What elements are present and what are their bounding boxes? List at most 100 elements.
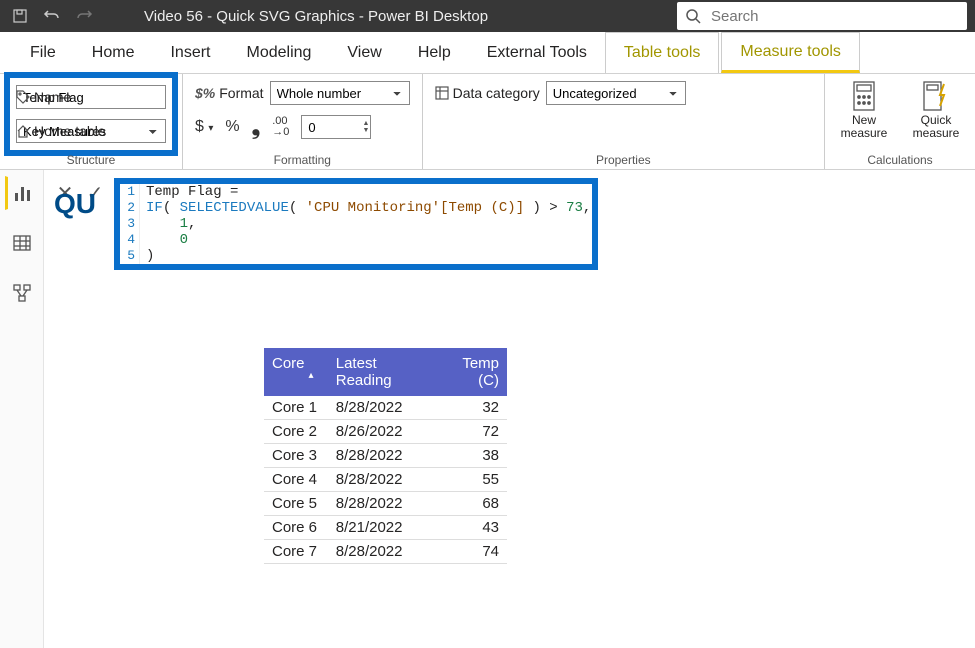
- table-cell: 74: [435, 540, 507, 563]
- formula-cancel-button[interactable]: ✕: [52, 180, 78, 206]
- formula-editor[interactable]: 1Temp Flag =2IF( SELECTEDVALUE( 'CPU Mon…: [114, 178, 598, 270]
- table-row[interactable]: Core 58/28/202268: [264, 492, 507, 516]
- table-row[interactable]: Core 38/28/202238: [264, 444, 507, 468]
- table-cell: Core 2: [264, 420, 328, 443]
- table-row[interactable]: Core 28/26/202272: [264, 420, 507, 444]
- home-table-label: Home table: [16, 123, 106, 139]
- table-cell: 8/26/2022: [328, 420, 436, 443]
- undo-icon[interactable]: [40, 4, 64, 28]
- menu-help[interactable]: Help: [400, 32, 469, 73]
- decimal-down-icon[interactable]: ▼: [362, 127, 369, 134]
- code-text: ): [140, 248, 154, 264]
- ribbon-group-formatting: $% Format Whole number $ ▾ % ❟ .00→0 ▲ ▼: [183, 74, 423, 169]
- table-cell: 8/21/2022: [328, 516, 436, 539]
- group-label-calculations: Calculations: [837, 151, 963, 167]
- home-icon: [16, 124, 30, 138]
- table-icon: [12, 233, 32, 253]
- table-cell: 8/28/2022: [328, 492, 436, 515]
- menu-external-tools[interactable]: External Tools: [469, 32, 605, 73]
- precision-button[interactable]: .00→0: [272, 116, 289, 138]
- ribbon-group-structure: Name Home table Key Measures: [0, 74, 183, 169]
- table-cell: 8/28/2022: [328, 444, 436, 467]
- save-icon[interactable]: [8, 4, 32, 28]
- decimal-up-icon[interactable]: ▲: [362, 120, 369, 127]
- table-cell: Core 6: [264, 516, 328, 539]
- format-label: $% Format: [195, 85, 264, 101]
- group-label-formatting: Formatting: [195, 151, 410, 167]
- view-rail: [0, 170, 44, 648]
- line-number: 1: [120, 184, 140, 200]
- table-row[interactable]: Core 68/21/202243: [264, 516, 507, 540]
- table-cell: 68: [435, 492, 507, 515]
- search-box[interactable]: [677, 2, 967, 30]
- table-cell: Core 4: [264, 468, 328, 491]
- thousands-button[interactable]: ❟: [252, 114, 261, 140]
- table-visual[interactable]: Core Latest Reading Temp (C) Core 18/28/…: [264, 348, 507, 564]
- table-cell: Core 1: [264, 396, 328, 419]
- code-text: Temp Flag =: [140, 184, 238, 200]
- col-header-temp[interactable]: Temp (C): [435, 352, 507, 392]
- redo-icon[interactable]: [72, 4, 96, 28]
- table-cell: Core 5: [264, 492, 328, 515]
- ribbon-group-calculations: New measure Quick measure Calculations: [825, 74, 975, 169]
- line-number: 2: [120, 200, 140, 216]
- decimal-places-input[interactable]: [301, 115, 371, 139]
- formula-commit-button[interactable]: ✓: [82, 180, 108, 206]
- code-text: 0: [140, 232, 188, 248]
- currency-button[interactable]: $ ▾: [195, 118, 213, 136]
- col-header-reading[interactable]: Latest Reading: [328, 352, 436, 392]
- group-label-properties: Properties: [435, 151, 812, 167]
- format-select[interactable]: Whole number: [270, 81, 410, 105]
- formula-line[interactable]: 3 1,: [120, 216, 592, 232]
- table-cell: 32: [435, 396, 507, 419]
- table-cell: 8/28/2022: [328, 468, 436, 491]
- table-header-row: Core Latest Reading Temp (C): [264, 348, 507, 396]
- table-cell: 8/28/2022: [328, 540, 436, 563]
- data-category-label: Data category: [435, 85, 540, 101]
- menu-view[interactable]: View: [329, 32, 399, 73]
- table-cell: Core 3: [264, 444, 328, 467]
- formula-bar: ✕ ✓ 1Temp Flag =2IF( SELECTEDVALUE( 'CPU…: [52, 178, 967, 270]
- titlebar: Video 56 - Quick SVG Graphics - Power BI…: [0, 0, 975, 32]
- ribbon-group-properties: Data category Uncategorized Properties: [423, 74, 825, 169]
- menu-file[interactable]: File: [12, 32, 74, 73]
- quick-measure-button[interactable]: Quick measure: [909, 80, 963, 140]
- col-header-core[interactable]: Core: [264, 352, 328, 392]
- table-row[interactable]: Core 48/28/202255: [264, 468, 507, 492]
- new-measure-button[interactable]: New measure: [837, 80, 891, 140]
- line-number: 5: [120, 248, 140, 264]
- menu-home[interactable]: Home: [74, 32, 153, 73]
- calculator-lightning-icon: [922, 80, 950, 112]
- data-category-select[interactable]: Uncategorized: [546, 81, 686, 105]
- name-label: Name: [16, 89, 71, 105]
- code-text: 1,: [140, 216, 196, 232]
- table-cell: 8/28/2022: [328, 396, 436, 419]
- menu-insert[interactable]: Insert: [152, 32, 228, 73]
- table-row[interactable]: Core 78/28/202274: [264, 540, 507, 564]
- table-cell: 72: [435, 420, 507, 443]
- menu-modeling[interactable]: Modeling: [228, 32, 329, 73]
- body-area: ✕ ✓ 1Temp Flag =2IF( SELECTEDVALUE( 'CPU…: [0, 170, 975, 648]
- group-label-structure: Structure: [12, 151, 170, 167]
- tab-table-tools[interactable]: Table tools: [605, 32, 720, 73]
- line-number: 3: [120, 216, 140, 232]
- percent-button[interactable]: %: [225, 118, 239, 136]
- formula-line[interactable]: 2IF( SELECTEDVALUE( 'CPU Monitoring'[Tem…: [120, 200, 592, 216]
- ribbon: Name Home table Key Measures: [0, 74, 975, 170]
- search-input[interactable]: [711, 8, 959, 25]
- code-text: IF( SELECTEDVALUE( 'CPU Monitoring'[Temp…: [140, 200, 591, 216]
- model-view-button[interactable]: [5, 276, 39, 310]
- search-icon: [685, 8, 701, 24]
- table-row[interactable]: Core 18/28/202232: [264, 396, 507, 420]
- tab-measure-tools[interactable]: Measure tools: [721, 32, 860, 73]
- formula-line[interactable]: 4 0: [120, 232, 592, 248]
- category-icon: [435, 86, 449, 100]
- data-view-button[interactable]: [5, 226, 39, 260]
- report-view-button[interactable]: [5, 176, 39, 210]
- model-icon: [12, 283, 32, 303]
- window-title: Video 56 - Quick SVG Graphics - Power BI…: [144, 8, 488, 25]
- table-cell: 43: [435, 516, 507, 539]
- formula-line[interactable]: 5): [120, 248, 592, 264]
- formula-line[interactable]: 1Temp Flag =: [120, 184, 592, 200]
- report-canvas[interactable]: ✕ ✓ 1Temp Flag =2IF( SELECTEDVALUE( 'CPU…: [44, 170, 975, 648]
